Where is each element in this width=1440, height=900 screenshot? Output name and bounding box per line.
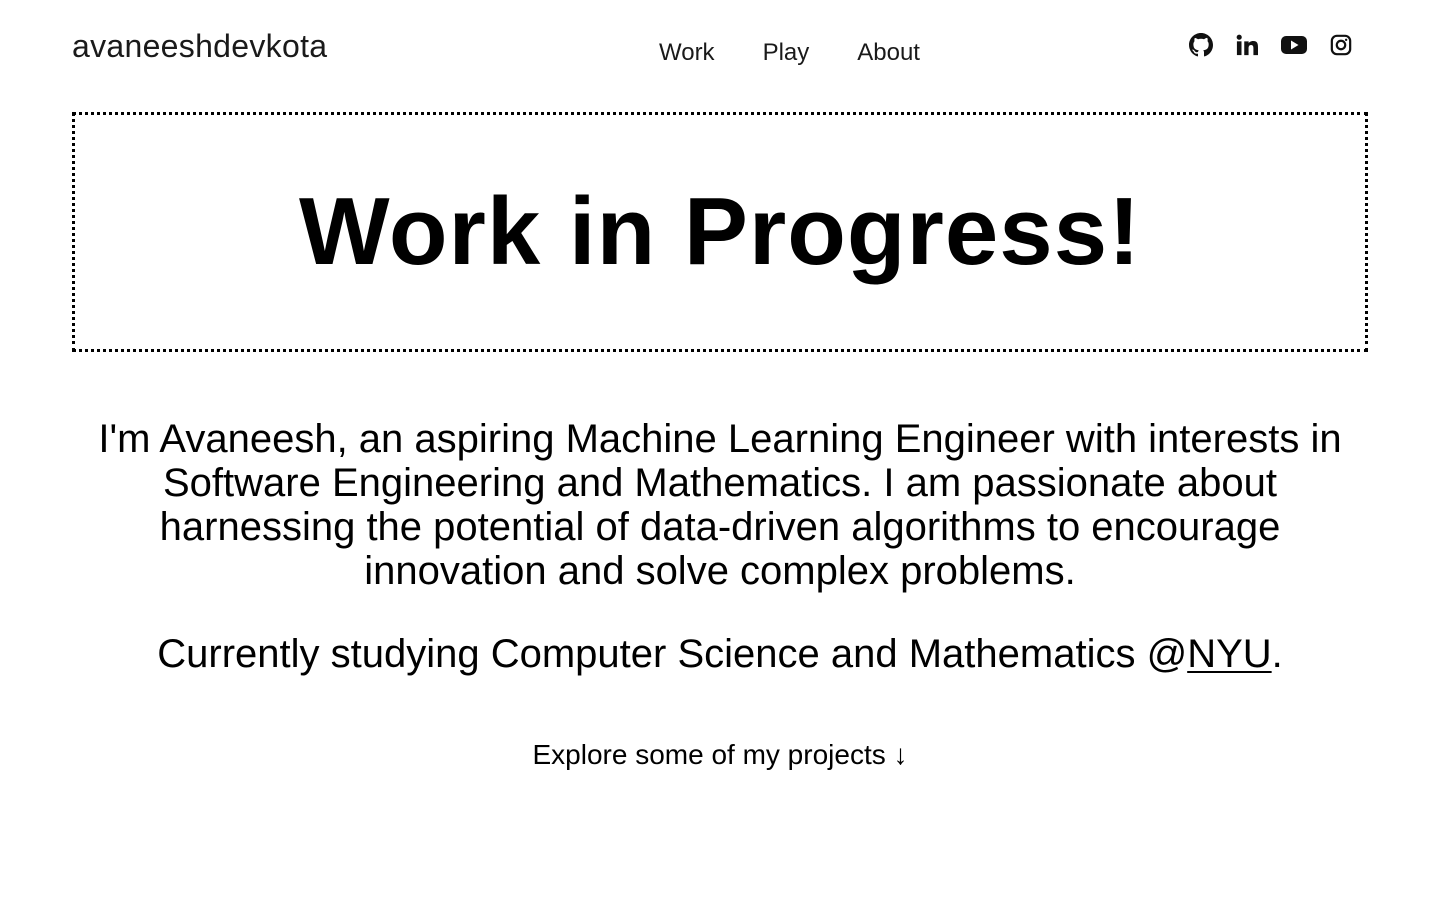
linkedin-link[interactable] bbox=[1234, 32, 1260, 58]
explore-section: Explore some of my projects ↓ bbox=[0, 739, 1440, 771]
study-text: Currently studying Computer Science and … bbox=[157, 632, 1188, 676]
main-nav: Work Play About bbox=[659, 39, 920, 67]
social-links bbox=[1188, 32, 1354, 58]
github-link[interactable] bbox=[1188, 32, 1214, 58]
nyu-link[interactable]: NYU bbox=[1187, 632, 1271, 676]
nav-link-play[interactable]: Play bbox=[763, 39, 810, 67]
site-logo-link[interactable]: avaneeshdevkota bbox=[72, 28, 327, 64]
explore-projects-link[interactable]: Explore some of my projects ↓ bbox=[532, 739, 907, 770]
page: avaneeshdevkota Work Play About Work in … bbox=[0, 0, 1440, 900]
youtube-icon bbox=[1281, 36, 1307, 54]
banner-title: Work in Progress! bbox=[298, 178, 1142, 285]
site-header: avaneeshdevkota Work Play About bbox=[0, 0, 1440, 100]
wip-banner: Work in Progress! bbox=[72, 112, 1368, 352]
instagram-link[interactable] bbox=[1328, 32, 1354, 58]
study-suffix: . bbox=[1271, 632, 1283, 676]
instagram-icon bbox=[1330, 34, 1352, 56]
nav-link-about[interactable]: About bbox=[857, 39, 920, 67]
linkedin-icon bbox=[1236, 34, 1258, 56]
study-line: Currently studying Computer Science and … bbox=[60, 632, 1380, 676]
github-icon bbox=[1189, 33, 1213, 57]
intro-paragraph: I'm Avaneesh, an aspiring Machine Learni… bbox=[98, 417, 1342, 593]
youtube-link[interactable] bbox=[1280, 32, 1308, 58]
nav-link-work[interactable]: Work bbox=[659, 39, 715, 67]
